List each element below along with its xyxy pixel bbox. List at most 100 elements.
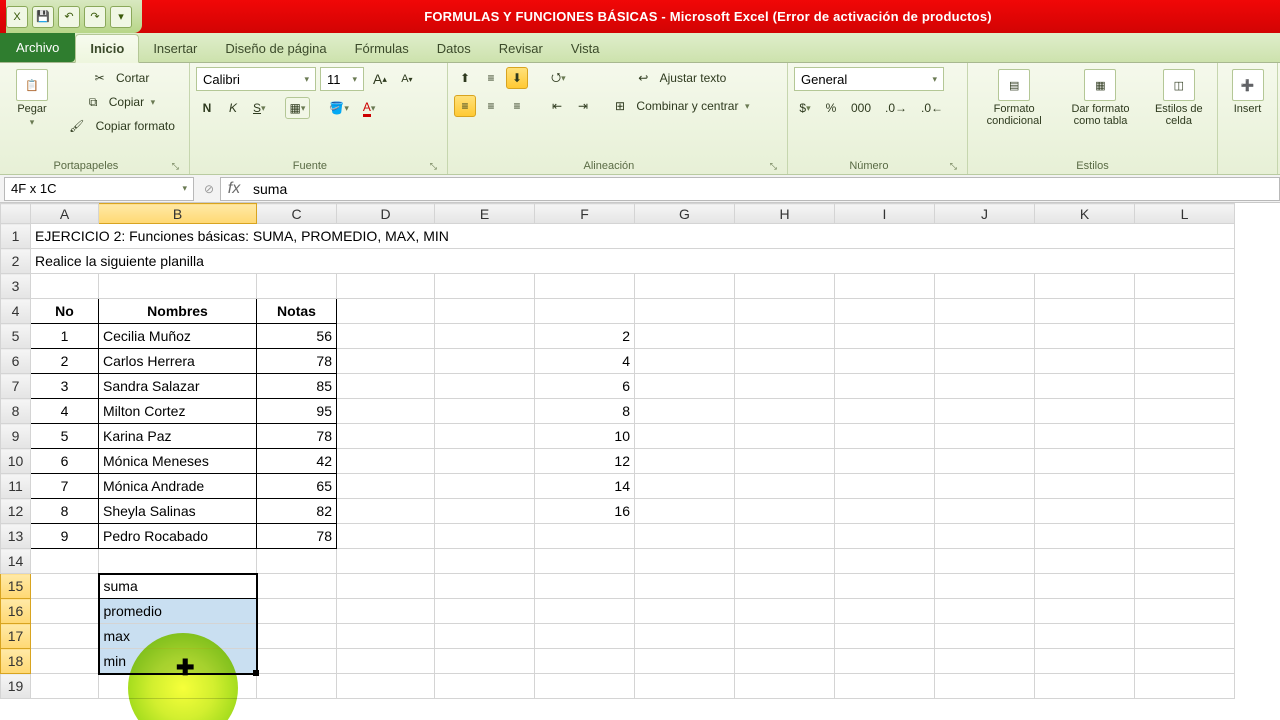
cell[interactable] bbox=[1135, 499, 1235, 524]
cell[interactable] bbox=[535, 574, 635, 599]
redo-icon[interactable]: ↷ bbox=[84, 6, 106, 28]
cell[interactable] bbox=[435, 599, 535, 624]
cell-no[interactable]: 5 bbox=[31, 424, 99, 449]
cancel-formula-icon[interactable]: ⊘ bbox=[198, 178, 220, 200]
row-16[interactable]: 16 bbox=[1, 599, 31, 624]
font-launcher-icon[interactable]: ⤡ bbox=[430, 161, 441, 172]
fill-color-button[interactable]: 🪣▾ bbox=[324, 97, 353, 119]
cell[interactable] bbox=[1035, 374, 1135, 399]
tab-diseno[interactable]: Diseño de página bbox=[211, 35, 340, 62]
cell[interactable] bbox=[935, 324, 1035, 349]
insert-cells-button[interactable]: ➕Insert bbox=[1224, 67, 1271, 115]
row-7[interactable]: 7 bbox=[1, 374, 31, 399]
percent-format-icon[interactable]: % bbox=[820, 97, 842, 119]
cell[interactable] bbox=[935, 299, 1035, 324]
cell[interactable] bbox=[835, 449, 935, 474]
alignment-launcher-icon[interactable]: ⤡ bbox=[770, 161, 781, 172]
cell[interactable] bbox=[435, 274, 535, 299]
cell[interactable] bbox=[1035, 574, 1135, 599]
tab-datos[interactable]: Datos bbox=[423, 35, 485, 62]
cell[interactable] bbox=[735, 449, 835, 474]
tab-vista[interactable]: Vista bbox=[557, 35, 614, 62]
cell[interactable] bbox=[435, 349, 535, 374]
align-left-icon[interactable]: ≡ bbox=[454, 95, 476, 117]
format-as-table-button[interactable]: ▦Dar formato como tabla bbox=[1061, 67, 1139, 127]
row-19[interactable]: 19 bbox=[1, 674, 31, 699]
row-11[interactable]: 11 bbox=[1, 474, 31, 499]
cell[interactable] bbox=[835, 674, 935, 699]
cell[interactable] bbox=[535, 549, 635, 574]
cell[interactable] bbox=[635, 349, 735, 374]
cell[interactable] bbox=[735, 649, 835, 674]
subtitle-row[interactable]: Realice la siguiente planilla bbox=[31, 249, 1235, 274]
cell[interactable] bbox=[435, 549, 535, 574]
cell[interactable] bbox=[1035, 349, 1135, 374]
col-C[interactable]: C bbox=[257, 204, 337, 224]
cell[interactable] bbox=[31, 624, 99, 649]
title-row[interactable]: EJERCICIO 2: Funciones básicas: SUMA, PR… bbox=[31, 224, 1235, 249]
row-12[interactable]: 12 bbox=[1, 499, 31, 524]
cell[interactable] bbox=[337, 499, 435, 524]
cell-no[interactable]: 1 bbox=[31, 324, 99, 349]
cell[interactable] bbox=[1135, 349, 1235, 374]
cell[interactable] bbox=[337, 299, 435, 324]
cell[interactable] bbox=[1035, 274, 1135, 299]
row-2[interactable]: 2 bbox=[1, 249, 31, 274]
cell-no[interactable]: 6 bbox=[31, 449, 99, 474]
cell[interactable] bbox=[635, 574, 735, 599]
tab-revisar[interactable]: Revisar bbox=[485, 35, 557, 62]
cell-nota[interactable]: 95 bbox=[257, 399, 337, 424]
font-size-combo[interactable]: 11▾ bbox=[320, 67, 364, 91]
merge-center-button[interactable]: ⊞ Combinar y centrar ▾ bbox=[610, 95, 754, 117]
cell[interactable] bbox=[935, 674, 1035, 699]
cell[interactable] bbox=[735, 549, 835, 574]
cell-nota[interactable]: 56 bbox=[257, 324, 337, 349]
cell[interactable] bbox=[1135, 399, 1235, 424]
cell-nombre[interactable]: Carlos Herrera bbox=[99, 349, 257, 374]
clipboard-launcher-icon[interactable]: ⤡ bbox=[172, 161, 183, 172]
cell-no[interactable]: 7 bbox=[31, 474, 99, 499]
cell-F[interactable]: 6 bbox=[535, 374, 635, 399]
cell[interactable] bbox=[835, 649, 935, 674]
cell[interactable] bbox=[1135, 524, 1235, 549]
cell-min[interactable]: min bbox=[99, 649, 257, 674]
select-all-corner[interactable] bbox=[1, 204, 31, 224]
cell[interactable] bbox=[1035, 324, 1135, 349]
tab-archivo[interactable]: Archivo bbox=[0, 33, 75, 62]
cell[interactable] bbox=[1035, 599, 1135, 624]
cell[interactable] bbox=[1135, 624, 1235, 649]
cell-suma[interactable]: suma bbox=[99, 574, 257, 599]
cell[interactable] bbox=[31, 274, 99, 299]
cell[interactable] bbox=[1135, 574, 1235, 599]
col-B[interactable]: B bbox=[99, 204, 257, 224]
excel-icon[interactable]: X bbox=[6, 6, 28, 28]
cell[interactable] bbox=[435, 399, 535, 424]
cell-nota[interactable]: 42 bbox=[257, 449, 337, 474]
indent-increase-icon[interactable]: ⇥ bbox=[572, 95, 594, 117]
cell[interactable] bbox=[1035, 424, 1135, 449]
col-K[interactable]: K bbox=[1035, 204, 1135, 224]
cell[interactable] bbox=[535, 674, 635, 699]
cell[interactable] bbox=[1135, 549, 1235, 574]
cell[interactable] bbox=[435, 424, 535, 449]
name-box[interactable]: 4F x 1C▾ bbox=[4, 177, 194, 201]
indent-decrease-icon[interactable]: ⇤ bbox=[546, 95, 568, 117]
cell[interactable] bbox=[835, 324, 935, 349]
cell[interactable] bbox=[337, 674, 435, 699]
cell-nombre[interactable]: Milton Cortez bbox=[99, 399, 257, 424]
cell[interactable] bbox=[257, 574, 337, 599]
cell[interactable] bbox=[337, 599, 435, 624]
cell-F[interactable]: 14 bbox=[535, 474, 635, 499]
borders-button[interactable]: ▦▾ bbox=[285, 97, 311, 119]
cell[interactable] bbox=[1135, 674, 1235, 699]
col-D[interactable]: D bbox=[337, 204, 435, 224]
cell[interactable] bbox=[435, 499, 535, 524]
cell[interactable] bbox=[735, 524, 835, 549]
cell[interactable] bbox=[835, 574, 935, 599]
cell[interactable] bbox=[935, 574, 1035, 599]
italic-button[interactable]: K bbox=[222, 97, 244, 119]
column-headers[interactable]: A B C D E F G H I J K L bbox=[1, 204, 1235, 224]
cell-no[interactable]: 4 bbox=[31, 399, 99, 424]
cell[interactable] bbox=[935, 424, 1035, 449]
row-10[interactable]: 10 bbox=[1, 449, 31, 474]
